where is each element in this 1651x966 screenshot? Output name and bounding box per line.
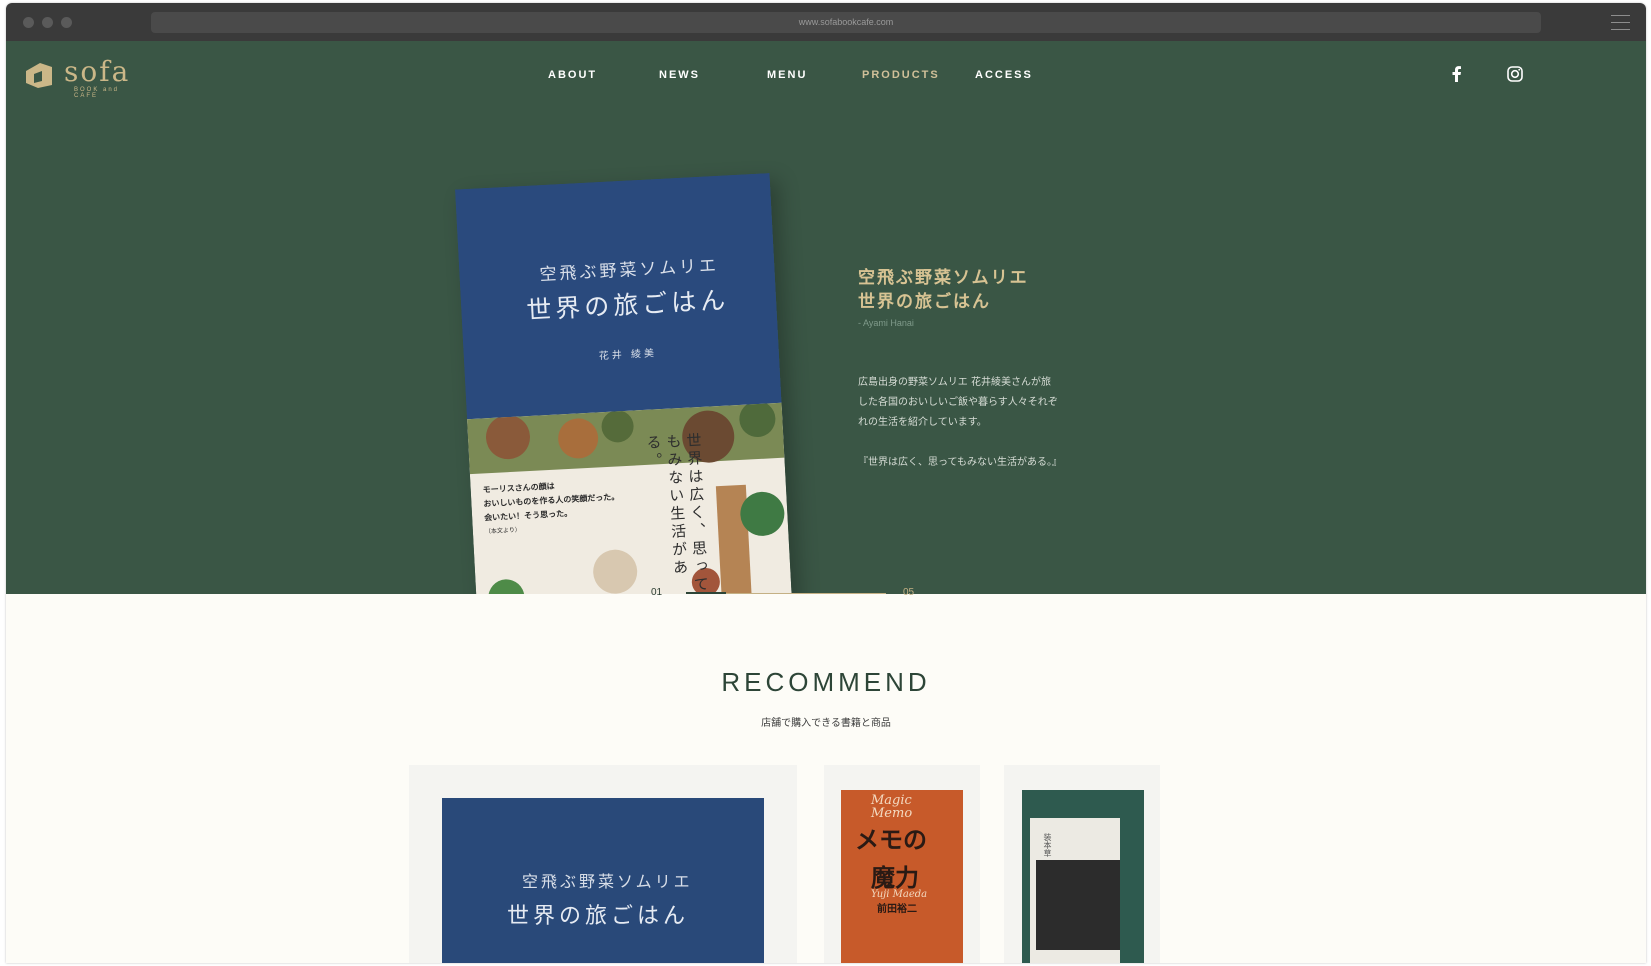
cover-vertical-text: 世界は広く、思ってもみない生活がある。: [644, 431, 711, 594]
instagram-icon[interactable]: [1505, 64, 1525, 84]
book-description: 広島出身の野菜ソムリエ 花井綾美さんが旅 した各国のおいしいご飯や暮らす人々それ…: [858, 373, 1078, 433]
cover-title-line1: 空飛ぶ野菜ソムリエ: [539, 255, 720, 286]
featured-book-image[interactable]: 空飛ぶ野菜ソムリエ 世界の旅ごはん 花井 綾美 世界は広く、思ってもみない生活が…: [454, 173, 793, 594]
main-nav: ABOUT NEWS MENU PRODUCTS ACCESS: [6, 69, 1646, 85]
product-card[interactable]: 空飛ぶ野菜ソムリエ 世界の旅ごはん: [409, 765, 797, 963]
product-card[interactable]: 装本草: [1004, 765, 1160, 963]
recommend-title: RECOMMEND: [721, 667, 931, 697]
logo-tagline: BOOK and CAFE: [74, 87, 120, 99]
book-quote: 『世界は広く、思ってもみない生活がある。』: [858, 457, 1062, 468]
nav-item-menu[interactable]: MENU: [767, 69, 807, 81]
product-title-en: Magic Memo: [871, 794, 912, 820]
close-window-button[interactable]: [23, 17, 34, 28]
product-book-cover: 装本草: [1022, 790, 1144, 963]
nav-item-news[interactable]: NEWS: [659, 69, 700, 81]
book-cover-lower: 世界は広く、思ってもみない生活がある。 モーリスさんの顔は おいしいものを作る人…: [467, 402, 793, 594]
book-cover-upper: 空飛ぶ野菜ソムリエ 世界の旅ごはん 花井 綾美: [454, 173, 782, 420]
product-book-cover: 空飛ぶ野菜ソムリエ 世界の旅ごはん: [442, 798, 764, 963]
product-title-line2: 世界の旅ごはん: [507, 904, 690, 929]
cover-title-line2: 世界の旅ごはん: [525, 285, 730, 325]
nav-item-about[interactable]: ABOUT: [548, 69, 597, 81]
product-card[interactable]: Magic Memo メモの 魔力 Yuji Maeda 前田裕二: [824, 765, 980, 963]
product-title-en-line2: Memo: [871, 806, 913, 821]
cover-quote: モーリスさんの顔は おいしいものを作る人の笑顔だった。 会いたい！そう思った。 …: [482, 476, 621, 539]
product-title-line1: 空飛ぶ野菜ソムリエ: [522, 872, 693, 891]
product-cover-image: [1036, 860, 1120, 950]
pager-progress: [686, 592, 726, 594]
nav-item-products[interactable]: PRODUCTS: [862, 69, 940, 81]
pager-total: 05: [903, 587, 915, 598]
facebook-icon[interactable]: [1447, 64, 1467, 84]
book-title-line2: 世界の旅ごはん: [858, 292, 991, 312]
featured-book-info: 空飛ぶ野菜ソムリエ 世界の旅ごはん - Ayami Hanai 広島出身の野菜ソ…: [858, 266, 1078, 468]
product-author: 前田裕二: [877, 904, 917, 915]
book-desc-line1: 広島出身の野菜ソムリエ 花井綾美さんが旅: [858, 377, 1051, 388]
product-vertical-title: 装本草: [1043, 833, 1052, 857]
book-title-line1: 空飛ぶ野菜ソムリエ: [858, 268, 1029, 288]
pager-track[interactable]: [686, 592, 886, 594]
book-author: - Ayami Hanai: [858, 318, 914, 328]
recommend-subtitle: 店舗で購入できる書籍と商品: [761, 718, 891, 729]
cover-author: 花井 綾美: [598, 348, 658, 363]
product-title-jp-line1: メモの: [855, 826, 927, 854]
maximize-window-button[interactable]: [61, 17, 72, 28]
book-desc-line2: した各国のおいしいご飯や暮らす人々それぞ: [858, 397, 1058, 408]
browser-menu-icon[interactable]: [1611, 15, 1630, 30]
book-title: 空飛ぶ野菜ソムリエ 世界の旅ごはん: [858, 266, 1078, 314]
product-book-cover: Magic Memo メモの 魔力 Yuji Maeda 前田裕二: [841, 790, 963, 963]
minimize-window-button[interactable]: [42, 17, 53, 28]
pager-current: 01: [651, 587, 663, 598]
hero-section: sofa BOOK and CAFE ABOUT NEWS MENU PRODU…: [6, 41, 1646, 594]
address-bar[interactable]: www.sofabookcafe.com: [151, 12, 1541, 33]
slider-pager[interactable]: 01 05: [651, 587, 921, 601]
book-desc-line3: れの生活を紹介しています。: [858, 417, 987, 428]
browser-window: www.sofabookcafe.com sofa BOOK and CAFE …: [6, 3, 1646, 963]
browser-toolbar: www.sofabookcafe.com: [6, 3, 1646, 41]
nav-item-access[interactable]: ACCESS: [975, 69, 1033, 81]
